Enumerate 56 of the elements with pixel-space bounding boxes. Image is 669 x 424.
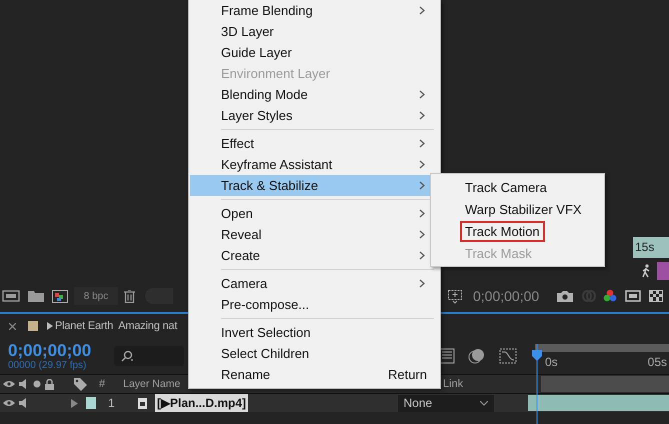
search-field[interactable]: [114, 346, 184, 366]
ruler-label: 05s: [648, 354, 667, 368]
timecode[interactable]: 0;00;00;00: [473, 288, 547, 304]
composition-icon[interactable]: [2, 290, 20, 302]
parent-dropdown[interactable]: None: [398, 394, 494, 412]
tag-icon[interactable]: [74, 378, 87, 390]
menu-item[interactable]: Keyframe Assistant: [190, 154, 435, 175]
menu-item[interactable]: Blending Mode: [190, 84, 435, 105]
column-header[interactable]: #: [99, 378, 106, 390]
menu-item[interactable]: Pre-compose...: [190, 294, 435, 315]
transparency-grid-icon[interactable]: [649, 290, 663, 302]
caret-icon: [480, 400, 488, 406]
menu-item[interactable]: Guide Layer: [190, 42, 435, 63]
walking-figure-icon[interactable]: [641, 264, 651, 278]
expand-triangle-icon[interactable]: [71, 398, 78, 408]
current-time[interactable]: 0;00;00;00: [8, 342, 100, 360]
composition-tab[interactable]: Planet Earth Amazing nat: [55, 320, 178, 332]
label-color-swatch[interactable]: [86, 397, 96, 409]
menu-item[interactable]: 3D Layer: [190, 21, 435, 42]
footage-icon: [138, 398, 147, 408]
region-icon[interactable]: [447, 288, 463, 304]
layer-name[interactable]: [▶Plan...D.mp4]: [155, 394, 248, 412]
search-icon: [120, 350, 134, 362]
ruler-label: 15s: [633, 236, 669, 258]
close-icon[interactable]: [9, 322, 16, 330]
menu-item[interactable]: Select Children: [190, 343, 435, 364]
layer-clip-bar[interactable]: [528, 395, 669, 411]
menu-item[interactable]: Effect: [190, 133, 435, 154]
menu-item[interactable]: Invert Selection: [190, 322, 435, 343]
camera-icon[interactable]: [557, 290, 573, 302]
eye-icon[interactable]: [3, 399, 15, 407]
column-header[interactable]: Link: [443, 378, 527, 390]
trash-icon[interactable]: [124, 290, 135, 302]
shortcut-text: Return: [388, 367, 427, 382]
frame-icon[interactable]: [625, 290, 641, 302]
folder-icon[interactable]: [28, 290, 44, 302]
bit-depth-button[interactable]: 8 bpc: [74, 287, 118, 305]
column-header[interactable]: Layer Name: [123, 378, 180, 390]
layer-number: 1: [108, 396, 116, 410]
ruler-label: 0s: [545, 354, 558, 368]
menu-item[interactable]: Frame Blending: [190, 0, 435, 21]
menu-item[interactable]: Camera: [190, 273, 435, 294]
menu-item[interactable]: Layer Styles: [190, 105, 435, 126]
motion-blur-icon[interactable]: [467, 348, 485, 364]
graph-editor-icon[interactable]: [499, 348, 517, 364]
eye-icon[interactable]: [3, 380, 15, 388]
playhead[interactable]: [531, 344, 543, 424]
frame-info: 00000 (29.97 fps): [8, 360, 88, 370]
color-channels-icon[interactable]: [603, 289, 617, 303]
thumbnail-icon[interactable]: [657, 262, 669, 280]
play-triangle-icon: [47, 322, 53, 330]
image-icon[interactable]: [52, 290, 68, 302]
lock-icon[interactable]: [45, 378, 54, 390]
solo-dot-icon[interactable]: [33, 380, 41, 388]
menu-item[interactable]: Rename Return: [190, 364, 435, 385]
label-color-swatch[interactable]: [28, 321, 38, 331]
